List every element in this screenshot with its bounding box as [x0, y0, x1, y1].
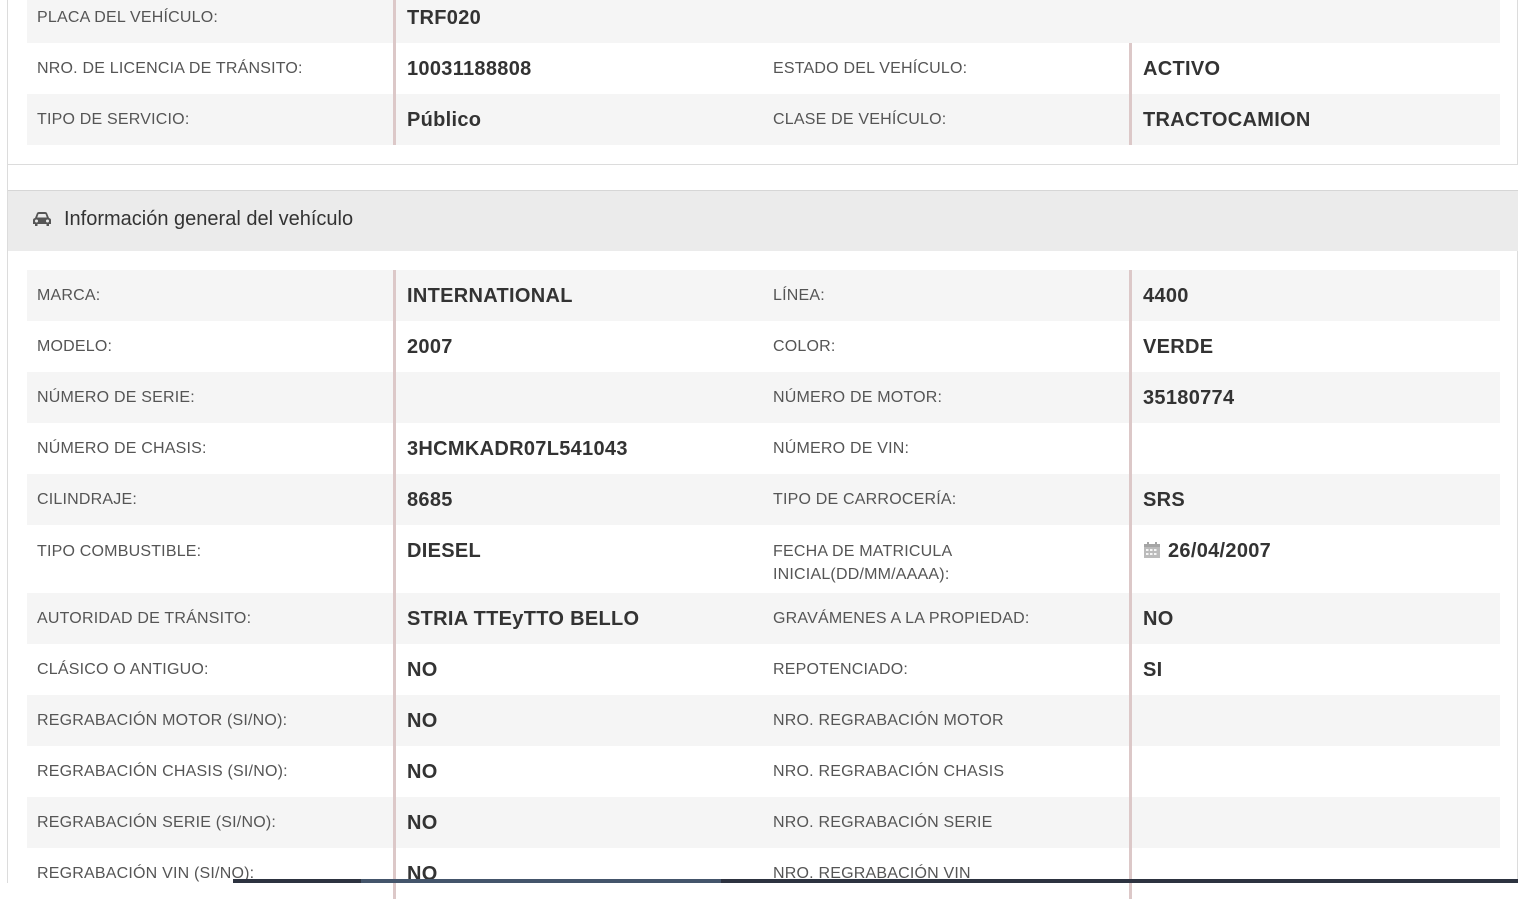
- section-gap: [8, 165, 1518, 190]
- field-label: REGRABACIÓN CHASIS (SI/NO):: [37, 763, 288, 780]
- field-label: REGRABACIÓN VIN (SI/NO):: [37, 865, 255, 882]
- field-label: NÚMERO DE VIN:: [773, 440, 910, 457]
- field-label: MODELO:: [37, 338, 113, 355]
- field-value: [1129, 695, 1500, 746]
- field-value: 2007: [393, 321, 763, 372]
- field-value: [1129, 848, 1500, 899]
- field-label: REGRABACIÓN MOTOR (SI/NO):: [37, 712, 288, 729]
- field-value: [1129, 0, 1500, 43]
- field-value: 35180774: [1129, 372, 1500, 423]
- table-row: CILINDRAJE: 8685 TIPO DE CARROCERÍA: SRS: [27, 474, 1500, 525]
- table-row: REGRABACIÓN SERIE (SI/NO): NO NRO. REGRA…: [27, 797, 1500, 848]
- field-label: NÚMERO DE SERIE:: [37, 389, 195, 406]
- scrollbar-thumb[interactable]: [361, 879, 721, 883]
- field-label: NÚMERO DE CHASIS:: [37, 440, 207, 457]
- field-value: SI: [1129, 644, 1500, 695]
- field-value: 10031188808: [393, 43, 763, 94]
- field-value: DIESEL: [393, 525, 763, 593]
- field-value: [393, 372, 763, 423]
- field-label: MARCA:: [37, 287, 101, 304]
- field-label: NRO. REGRABACIÓN SERIE: [773, 814, 993, 831]
- field-label: NRO. REGRABACIÓN MOTOR: [773, 712, 1004, 729]
- field-value: 3HCMKADR07L541043: [393, 423, 763, 474]
- table-row: NRO. DE LICENCIA DE TRÁNSITO: 1003118880…: [27, 43, 1500, 94]
- field-label: ESTADO DEL VEHÍCULO:: [773, 60, 968, 77]
- field-label: CILINDRAJE:: [37, 491, 137, 508]
- table-row: TIPO DE SERVICIO: Público CLASE DE VEHÍC…: [27, 94, 1500, 145]
- field-label: TIPO DE CARROCERÍA:: [773, 491, 957, 508]
- table-row: NÚMERO DE SERIE: NÚMERO DE MOTOR: 351807…: [27, 372, 1500, 423]
- field-value: 4400: [1129, 270, 1500, 321]
- table-row: REGRABACIÓN VIN (SI/NO): NO NRO. REGRABA…: [27, 848, 1500, 899]
- field-label: REPOTENCIADO:: [773, 661, 909, 678]
- table-row: REGRABACIÓN CHASIS (SI/NO): NO NRO. REGR…: [27, 746, 1500, 797]
- field-value: TRF020: [393, 0, 763, 43]
- field-value: INTERNATIONAL: [393, 270, 763, 321]
- field-label: GRAVÁMENES A LA PROPIEDAD:: [773, 610, 1030, 627]
- table-row: PLACA DEL VEHÍCULO: TRF020: [27, 0, 1500, 43]
- field-value: STRIA TTEyTTO BELLO: [393, 593, 763, 644]
- field-value: NO: [393, 848, 763, 899]
- field-label: TIPO COMBUSTIBLE:: [37, 543, 202, 560]
- field-value: [1129, 746, 1500, 797]
- section-header[interactable]: Información general del vehículo: [8, 190, 1518, 251]
- field-label: CLASE DE VEHÍCULO:: [773, 111, 947, 128]
- panel-left-border: [7, 0, 8, 883]
- field-label: FECHA DE MATRICULA INICIAL(DD/MM/AAAA):: [773, 543, 952, 583]
- table-row: AUTORIDAD DE TRÁNSITO: STRIA TTEyTTO BEL…: [27, 593, 1500, 644]
- field-label: NRO. DE LICENCIA DE TRÁNSITO:: [37, 60, 303, 77]
- table-row: MARCA: INTERNATIONAL LÍNEA: 4400: [27, 270, 1500, 321]
- table-row: NÚMERO DE CHASIS: 3HCMKADR07L541043 NÚME…: [27, 423, 1500, 474]
- table-row: TIPO COMBUSTIBLE: DIESEL FECHA DE MATRIC…: [27, 525, 1500, 593]
- field-value: SRS: [1129, 474, 1500, 525]
- calendar-icon: [1144, 542, 1160, 558]
- field-label: REGRABACIÓN SERIE (SI/NO):: [37, 814, 277, 831]
- field-value: [1129, 423, 1500, 474]
- field-value: [1129, 797, 1500, 848]
- field-label: TIPO DE SERVICIO:: [37, 111, 190, 128]
- horizontal-scrollbar[interactable]: [233, 879, 1518, 883]
- field-value: NO: [393, 797, 763, 848]
- field-label: NRO. REGRABACIÓN VIN: [773, 865, 971, 882]
- section-title: Información general del vehículo: [64, 208, 354, 230]
- table-row: MODELO: 2007 COLOR: VERDE: [27, 321, 1500, 372]
- field-label: PLACA DEL VEHÍCULO:: [37, 9, 219, 26]
- field-value: NO: [393, 644, 763, 695]
- field-label: AUTORIDAD DE TRÁNSITO:: [37, 610, 252, 627]
- field-label: NRO. REGRABACIÓN CHASIS: [773, 763, 1005, 780]
- field-value: NO: [393, 695, 763, 746]
- field-label: NÚMERO DE MOTOR:: [773, 389, 943, 406]
- field-value: NO: [1129, 593, 1500, 644]
- field-value: ACTIVO: [1129, 43, 1500, 94]
- field-value: 26/04/2007: [1168, 540, 1272, 562]
- table-row: REGRABACIÓN MOTOR (SI/NO): NO NRO. REGRA…: [27, 695, 1500, 746]
- field-value: NO: [393, 746, 763, 797]
- plate-info-table: PLACA DEL VEHÍCULO: TRF020 NRO. DE LICEN…: [27, 0, 1500, 145]
- field-label: LÍNEA:: [773, 287, 825, 304]
- field-value: VERDE: [1129, 321, 1500, 372]
- car-icon: [33, 212, 51, 226]
- field-value: 8685: [393, 474, 763, 525]
- date-value-cell: 26/04/2007: [1129, 525, 1500, 593]
- field-value: Público: [393, 94, 763, 145]
- table-row: CLÁSICO O ANTIGUO: NO REPOTENCIADO: SI: [27, 644, 1500, 695]
- field-label: [763, 0, 1129, 43]
- field-label: COLOR:: [773, 338, 836, 355]
- field-label: CLÁSICO O ANTIGUO:: [37, 661, 209, 678]
- vehicle-info-table: MARCA: INTERNATIONAL LÍNEA: 4400 MODELO:…: [27, 270, 1500, 899]
- field-value: TRACTOCAMION: [1129, 94, 1500, 145]
